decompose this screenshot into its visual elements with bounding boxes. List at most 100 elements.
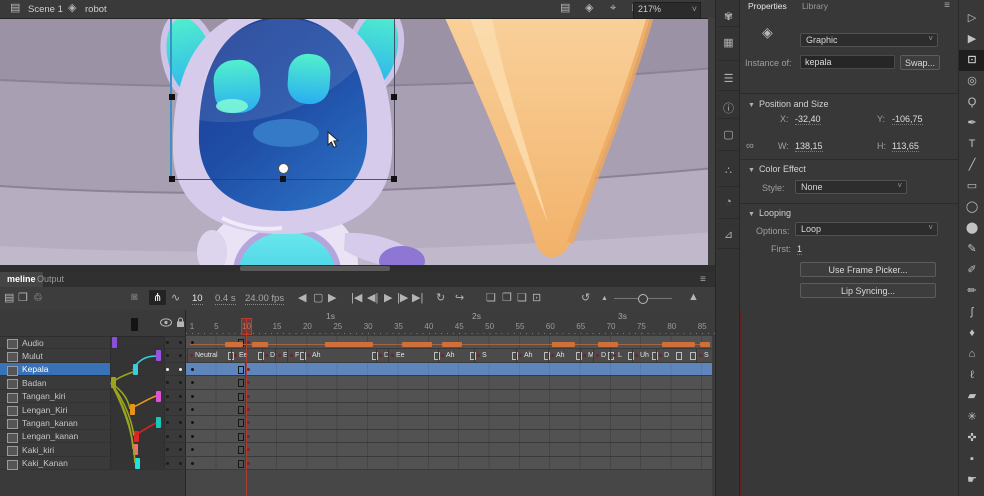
layer-frames-row[interactable] (186, 403, 712, 416)
transformation-point[interactable] (278, 163, 289, 174)
asset-warp-tool[interactable]: ✳ (959, 407, 984, 428)
prev-keyframe-icon[interactable]: ◀| (367, 291, 378, 304)
bone-tool[interactable]: ʃ (959, 302, 984, 323)
layer-visibility-dot[interactable] (166, 408, 169, 411)
stage-zoom-dropdown[interactable]: 217% ˅ (633, 2, 701, 19)
empty-keyframe-marker[interactable] (628, 352, 634, 360)
loop-icon[interactable]: ↻ (436, 291, 445, 304)
lip-sync-keyframe-dot[interactable] (477, 354, 480, 357)
layer-lock-dot[interactable] (179, 341, 182, 344)
tab-output[interactable]: Output (30, 272, 71, 287)
keyframe-dot[interactable] (247, 462, 250, 465)
layer-row[interactable]: Mulut (0, 349, 186, 362)
scene-clapperboard-icon[interactable]: ▤ (10, 3, 20, 14)
eye-icon[interactable] (160, 318, 172, 327)
parenting-swatch[interactable] (135, 458, 140, 469)
lip-sync-keyframe-dot[interactable] (596, 354, 599, 357)
transform-handle-bottom-center[interactable] (280, 176, 286, 182)
classic-brush-tool[interactable]: ✏ (959, 281, 984, 302)
layer-frames-row[interactable] (186, 376, 712, 389)
looping-header[interactable]: ▼Looping (748, 208, 791, 218)
lip-sync-keyframe-dot[interactable] (699, 354, 702, 357)
parenting-swatch[interactable] (133, 444, 138, 455)
layer-row[interactable]: Kepala (0, 363, 186, 376)
go-last-frame-icon[interactable]: ▶| (412, 291, 423, 304)
keyframe-dot[interactable] (247, 421, 250, 424)
empty-keyframe-marker[interactable] (238, 366, 244, 374)
empty-keyframe-marker[interactable] (238, 393, 244, 401)
keyframe-dot[interactable] (247, 368, 250, 371)
frame-grid[interactable]: NeutralEeDEFAhDEeAhSAhAhMDLUhDS (186, 336, 712, 470)
timeline-zoom-slider-knob[interactable] (638, 294, 648, 304)
parenting-swatch[interactable] (156, 391, 161, 402)
edit-symbol-icon[interactable]: ◈ (585, 3, 593, 14)
subselection-tool[interactable]: ▶ (959, 29, 984, 50)
keyframe-dot[interactable] (247, 381, 250, 384)
pen-tool[interactable]: ✒ (959, 113, 984, 134)
keyframe-dot[interactable] (247, 435, 250, 438)
layer-lock-dot[interactable] (179, 421, 182, 424)
hand-tool[interactable]: ☛ (959, 470, 984, 491)
layer-visibility-dot[interactable] (166, 381, 169, 384)
lip-sync-keyframe-dot[interactable] (190, 354, 193, 357)
tool-extra[interactable]: ▪ (959, 449, 984, 470)
lip-sync-keyframe-dot[interactable] (551, 354, 554, 357)
lip-sync-keyframe-dot[interactable] (635, 354, 638, 357)
empty-keyframe-marker[interactable] (238, 419, 244, 427)
polystar-tool[interactable]: ⬤ (959, 218, 984, 239)
empty-keyframe-marker[interactable] (238, 446, 244, 454)
parenting-swatch[interactable] (156, 350, 161, 361)
timeline-zoom-in-icon[interactable]: ▲ (688, 291, 699, 303)
lip-sync-keyframe-dot[interactable] (379, 354, 382, 357)
reset-timeline-zoom-icon[interactable]: ↺ (581, 291, 590, 304)
edit-scene-icon[interactable]: ▤ (560, 3, 570, 14)
gradient-transform-tool[interactable]: ◎ (959, 71, 984, 92)
pencil-tool[interactable]: ✎ (959, 239, 984, 260)
keyframe-dot[interactable] (191, 448, 194, 451)
x-value[interactable]: -32,40 (795, 114, 821, 125)
lip-sync-keyframe-dot[interactable] (290, 354, 293, 357)
lip-sync-keyframe-dot[interactable] (519, 354, 522, 357)
lip-sync-keyframe-dot[interactable] (307, 354, 310, 357)
export-icon[interactable]: ↪ (455, 291, 464, 304)
style-dropdown[interactable]: None˅ (795, 180, 907, 194)
empty-keyframe-marker[interactable] (238, 433, 244, 441)
lip-syncing-button[interactable]: Lip Syncing... (800, 283, 936, 298)
parenting-swatch[interactable] (130, 404, 135, 415)
swap-button[interactable]: Swap... (900, 55, 940, 70)
layer-row[interactable]: Tangan_kanan (0, 416, 186, 429)
breadcrumb-scene[interactable]: Scene 1 (28, 4, 63, 15)
text-tool[interactable]: T (959, 134, 984, 155)
parenting-swatch[interactable] (156, 417, 161, 428)
layer-frames-row[interactable] (186, 336, 712, 349)
go-first-frame-icon[interactable]: |◀ (351, 291, 362, 304)
loop-options-dropdown[interactable]: Loop˅ (795, 222, 938, 236)
paint-bucket-tool[interactable]: ♦ (959, 323, 984, 344)
eyedropper-tool[interactable]: ℓ (959, 365, 984, 386)
paint-brush-tool[interactable]: ✐ (959, 260, 984, 281)
layer-lock-dot[interactable] (179, 368, 182, 371)
layer-frames-row[interactable] (186, 430, 712, 443)
keyframe-dot[interactable] (191, 408, 194, 411)
layer-visibility-dot[interactable] (166, 435, 169, 438)
rectangle-tool[interactable]: ▭ (959, 176, 984, 197)
position-size-header[interactable]: ▼Position and Size (748, 99, 828, 109)
link-wh-icon[interactable]: ∞ (746, 140, 754, 152)
transform-handle-bottom-right[interactable] (391, 176, 397, 182)
lip-sync-keyframe-dot[interactable] (278, 354, 281, 357)
center-stage-icon[interactable]: ⌖ (610, 3, 616, 14)
symbol-type-dropdown[interactable]: Graphic˅ (800, 33, 938, 47)
layer-visibility-dot[interactable] (166, 395, 169, 398)
empty-keyframe-marker[interactable] (576, 352, 582, 360)
empty-keyframe-marker[interactable] (652, 352, 658, 360)
color-panel-icon[interactable]: ✾ (716, 10, 741, 23)
parenting-swatch[interactable] (133, 364, 138, 375)
h-value[interactable]: 113,65 (892, 141, 919, 152)
layer-lock-dot[interactable] (179, 354, 182, 357)
frame-rate-value[interactable]: 24.00 fps (245, 293, 284, 305)
empty-keyframe-marker[interactable] (372, 352, 378, 360)
timeline-menu-icon[interactable]: ≡ (700, 274, 706, 285)
layer-frames-row[interactable] (186, 416, 712, 429)
stage-hscrollbar[interactable] (0, 265, 715, 272)
layer-parenting-icon[interactable]: ⋔ (149, 290, 166, 305)
